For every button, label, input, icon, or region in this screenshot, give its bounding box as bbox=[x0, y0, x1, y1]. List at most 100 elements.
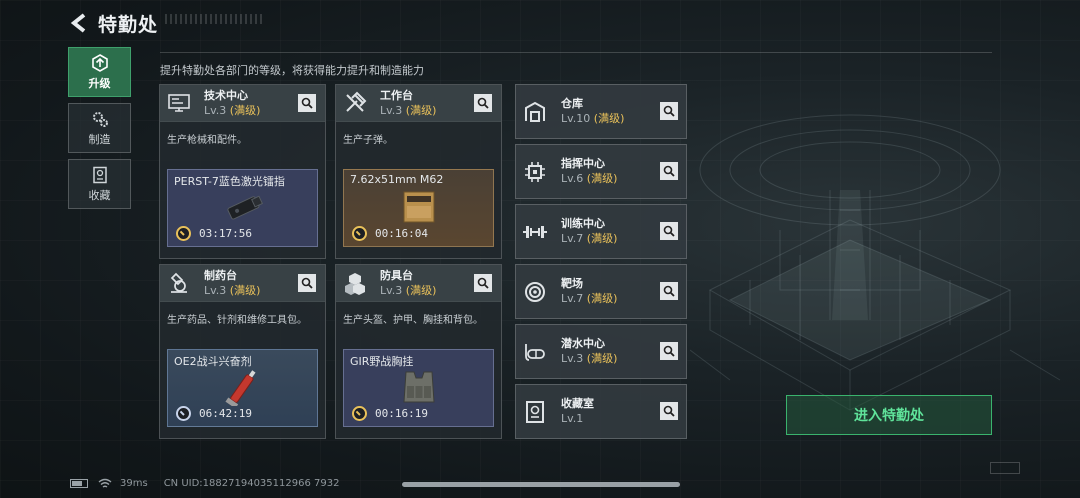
armor-bench-icon bbox=[342, 270, 368, 296]
page-subtitle: 提升特勤处各部门的等级，将获得能力提升和制造能力 bbox=[160, 64, 424, 77]
facility-card-workbench[interactable]: 工作台 Lv.3 (满级) 生产子弹。 7.62x51mm M62 00:16:… bbox=[335, 84, 502, 259]
nav-upgrade[interactable]: 升级 bbox=[68, 47, 131, 97]
card-header: 技术中心 Lv.3 (满级) bbox=[160, 85, 325, 122]
card-name: 工作台 bbox=[380, 88, 413, 102]
details-button[interactable] bbox=[660, 162, 678, 180]
card-header: 工作台 Lv.3 (满级) bbox=[336, 85, 501, 122]
training-center-icon bbox=[522, 219, 548, 245]
details-button[interactable] bbox=[474, 274, 492, 292]
card-description: 生产枪械和配件。 bbox=[167, 135, 247, 146]
maxed-status: (满级) bbox=[586, 292, 618, 305]
header-divider bbox=[160, 52, 992, 53]
craft-timer: 00:16:04 bbox=[375, 227, 428, 240]
magnifier-icon bbox=[663, 345, 675, 357]
card-level: Lv.3 bbox=[380, 103, 403, 117]
command-center-icon bbox=[522, 159, 548, 185]
status-bar: 39ms CN UID:18827194035112966 7932 bbox=[70, 476, 339, 490]
pharmacy-icon bbox=[166, 270, 192, 296]
collection-icon bbox=[91, 166, 109, 184]
page-header: 特勤处 bbox=[68, 8, 158, 38]
details-button[interactable] bbox=[660, 282, 678, 300]
maxed-status: (满级) bbox=[405, 103, 437, 117]
facility-row-training-center[interactable]: 训练中心 Lv.7 (满级) bbox=[515, 204, 687, 259]
card-description: 生产药品、针剂和维修工具包。 bbox=[167, 315, 307, 326]
card-name: 防具台 bbox=[380, 268, 413, 282]
card-level: Lv.3 bbox=[204, 103, 227, 117]
card-level: Lv.3 bbox=[380, 283, 403, 297]
facility-name: 潜水中心 bbox=[561, 337, 605, 350]
shooting-range-icon bbox=[522, 279, 548, 305]
facility-card-armor-bench[interactable]: 防具台 Lv.3 (满级) 生产头盔、护甲、胸挂和背包。 GIR野战胸挂 00:… bbox=[335, 264, 502, 439]
gears-icon bbox=[91, 110, 109, 128]
maxed-status: (满级) bbox=[586, 352, 618, 365]
magnifier-icon bbox=[477, 97, 489, 109]
facility-row-collection-room[interactable]: 收藏室 Lv.1 bbox=[515, 384, 687, 439]
craft-slot[interactable]: GIR野战胸挂 00:16:19 bbox=[343, 349, 494, 427]
details-button[interactable] bbox=[660, 222, 678, 240]
craft-timer: 06:42:19 bbox=[199, 407, 252, 420]
ping-value: 39ms bbox=[120, 477, 148, 489]
craft-item-name: PERST-7蓝色激光镭指 bbox=[174, 175, 285, 188]
magnifier-icon bbox=[301, 97, 313, 109]
details-button[interactable] bbox=[298, 274, 316, 292]
battery-icon bbox=[70, 478, 88, 488]
corner-decoration bbox=[990, 462, 1020, 474]
card-description: 生产头盔、护甲、胸挂和背包。 bbox=[343, 315, 483, 326]
facility-name: 仓库 bbox=[561, 97, 583, 110]
timer-icon bbox=[176, 406, 191, 421]
details-button[interactable] bbox=[474, 94, 492, 112]
craft-slot[interactable]: OE2战斗兴奋剂 06:42:19 bbox=[167, 349, 318, 427]
facility-card-tech-center[interactable]: 技术中心 Lv.3 (满级) 生产枪械和配件。 PERST-7蓝色激光镭指 03… bbox=[159, 84, 326, 259]
facility-name: 靶场 bbox=[561, 277, 583, 290]
facility-level: Lv.10 bbox=[561, 112, 591, 125]
details-button[interactable] bbox=[660, 342, 678, 360]
nav-collection-label: 收藏 bbox=[88, 188, 111, 202]
maxed-status: (满级) bbox=[229, 103, 261, 117]
tech-center-icon bbox=[166, 90, 192, 116]
craft-slot[interactable]: PERST-7蓝色激光镭指 03:17:56 bbox=[167, 169, 318, 247]
maxed-status: (满级) bbox=[586, 172, 618, 185]
facility-row-diving-center[interactable]: 潜水中心 Lv.3 (满级) bbox=[515, 324, 687, 379]
magnifier-icon bbox=[663, 165, 675, 177]
timer-icon bbox=[352, 226, 367, 241]
back-button[interactable] bbox=[68, 12, 90, 34]
craft-slot[interactable]: 7.62x51mm M62 00:16:04 bbox=[343, 169, 494, 247]
maxed-status: (满级) bbox=[593, 112, 625, 125]
nav-collection[interactable]: 收藏 bbox=[68, 159, 131, 209]
details-button[interactable] bbox=[660, 102, 678, 120]
card-header: 制药台 Lv.3 (满级) bbox=[160, 265, 325, 302]
card-name: 技术中心 bbox=[204, 88, 248, 102]
facility-level: Lv.3 bbox=[561, 352, 584, 365]
details-button[interactable] bbox=[298, 94, 316, 112]
craft-item-name: 7.62x51mm M62 bbox=[350, 173, 444, 186]
magnifier-icon bbox=[663, 225, 675, 237]
maxed-status: (满级) bbox=[405, 283, 437, 297]
home-indicator[interactable] bbox=[402, 482, 680, 487]
facility-level: Lv.6 bbox=[561, 172, 584, 185]
laser-device-icon bbox=[227, 195, 263, 220]
details-button[interactable] bbox=[660, 402, 678, 420]
nav-manufacture[interactable]: 制造 bbox=[68, 103, 131, 153]
facility-name: 收藏室 bbox=[561, 397, 594, 410]
facility-card-pharmacy[interactable]: 制药台 Lv.3 (满级) 生产药品、针剂和维修工具包。 OE2战斗兴奋剂 06… bbox=[159, 264, 326, 439]
magnifier-icon bbox=[477, 277, 489, 289]
card-header: 防具台 Lv.3 (满级) bbox=[336, 265, 501, 302]
facility-row-warehouse[interactable]: 仓库 Lv.10 (满级) bbox=[515, 84, 687, 139]
card-level: Lv.3 bbox=[204, 283, 227, 297]
maxed-status: (满级) bbox=[586, 232, 618, 245]
magnifier-icon bbox=[663, 405, 675, 417]
collection-room-icon bbox=[522, 399, 548, 425]
timer-icon bbox=[176, 226, 191, 241]
facility-row-shooting-range[interactable]: 靶场 Lv.7 (满级) bbox=[515, 264, 687, 319]
workbench-icon bbox=[342, 90, 368, 116]
facility-name: 指挥中心 bbox=[561, 157, 605, 170]
warehouse-icon bbox=[522, 99, 548, 125]
header-decoration bbox=[165, 14, 265, 24]
facility-row-command-center[interactable]: 指挥中心 Lv.6 (满级) bbox=[515, 144, 687, 199]
facility-level: Lv.1 bbox=[561, 412, 584, 425]
side-nav: 升级 制造 收藏 bbox=[68, 47, 131, 215]
facility-level: Lv.7 bbox=[561, 232, 584, 245]
enter-special-ops-button[interactable]: 进入特勤处 bbox=[786, 395, 992, 435]
user-uid: CN UID:18827194035112966 7932 bbox=[163, 477, 340, 489]
craft-item-name: OE2战斗兴奋剂 bbox=[174, 355, 252, 368]
